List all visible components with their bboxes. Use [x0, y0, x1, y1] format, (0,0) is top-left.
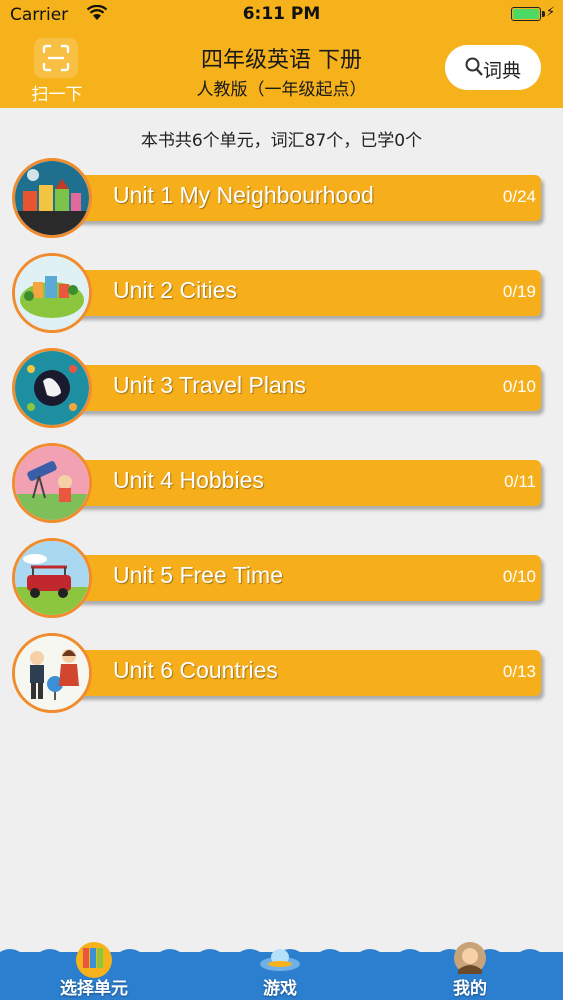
scan-button[interactable]: 扫一下: [28, 36, 86, 105]
tab-label: 游戏: [263, 979, 297, 999]
scan-icon: [42, 44, 70, 72]
header: 扫一下 四年级英语 下册 人教版（一年级起点） 词典: [0, 30, 563, 108]
unit-label: Unit 1 My Neighbourhood: [113, 182, 374, 208]
tab-select-unit[interactable]: 选择单元: [44, 940, 144, 1000]
unit-label: Unit 3 Travel Plans: [113, 372, 307, 398]
unit-progress: 0/13: [502, 662, 536, 681]
tab-profile[interactable]: 我的: [420, 940, 520, 1000]
clock: 6:11 PM: [242, 4, 321, 24]
tab-games[interactable]: 游戏: [230, 940, 330, 1000]
unit-item-1[interactable]: Unit 1 My Neighbourhood 0/24: [10, 156, 550, 240]
unit-item-5[interactable]: Unit 5 Free Time 0/10: [10, 536, 550, 620]
book-summary: 本书共6个单元，词汇87个，已学0个: [140, 131, 423, 151]
cities-illustration-icon: [12, 253, 92, 333]
page-title: 四年级英语 下册: [201, 48, 362, 73]
unit-item-2[interactable]: Unit 2 Cities 0/19: [10, 251, 550, 335]
search-icon: [465, 57, 483, 76]
unit-item-4[interactable]: Unit 4 Hobbies 0/11: [10, 441, 550, 525]
charging-icon: ⚡: [546, 5, 556, 20]
unit-item-6[interactable]: Unit 6 Countries 0/13: [10, 631, 550, 715]
travel-globe-illustration-icon: [12, 348, 92, 428]
battery-icon: [511, 7, 541, 21]
tab-label: 我的: [453, 979, 487, 999]
unit-progress: 0/24: [502, 187, 536, 206]
unit-label: Unit 2 Cities: [113, 277, 237, 303]
unit-progress: 0/10: [502, 377, 536, 396]
free-time-car-illustration-icon: [12, 538, 92, 618]
unit-progress: 0/10: [502, 567, 536, 586]
page-subtitle: 人教版（一年级起点）: [196, 80, 367, 100]
neighbourhood-illustration-icon: [12, 158, 92, 238]
unit-label: Unit 6 Countries: [113, 657, 278, 683]
scan-label: 扫一下: [31, 85, 83, 105]
hobbies-telescope-illustration-icon: [12, 443, 92, 523]
unit-progress: 0/11: [504, 472, 536, 491]
tab-label: 选择单元: [60, 979, 128, 999]
unit-progress: 0/19: [502, 282, 536, 301]
countries-globe-illustration-icon: [12, 633, 92, 713]
status-bar: Carrier 6:11 PM ⚡: [0, 0, 563, 30]
unit-item-3[interactable]: Unit 3 Travel Plans 0/10: [10, 346, 550, 430]
dictionary-button[interactable]: 词典: [445, 45, 541, 90]
dictionary-label: 词典: [483, 60, 522, 82]
unit-label: Unit 5 Free Time: [113, 562, 283, 588]
unit-label: Unit 4 Hobbies: [113, 467, 264, 493]
